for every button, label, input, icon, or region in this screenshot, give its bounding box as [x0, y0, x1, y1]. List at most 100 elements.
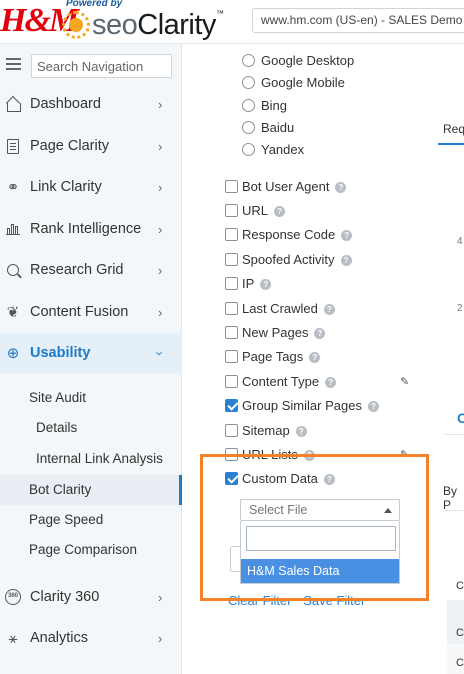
- chevron-right-icon: ›: [158, 262, 163, 278]
- hamburger-menu-icon[interactable]: [6, 58, 21, 70]
- help-icon[interactable]: ?: [335, 181, 347, 193]
- help-icon[interactable]: ?: [260, 278, 272, 290]
- sidebar-item-page-clarity[interactable]: Page Clarity ›: [0, 126, 182, 166]
- caret-up-icon: [384, 508, 392, 513]
- chevron-right-icon: ›: [158, 221, 163, 237]
- sidebar-item-label: Dashboard: [30, 96, 101, 112]
- sun-icon: [62, 11, 90, 39]
- help-icon[interactable]: ?: [367, 400, 379, 412]
- checkbox[interactable]: [225, 276, 238, 290]
- usability-icon: ⊕: [6, 345, 20, 362]
- radio-label: Yandex: [261, 141, 305, 157]
- filter-label: URL?: [242, 203, 286, 218]
- pencil-icon[interactable]: ✎: [400, 375, 409, 388]
- sidebar-item-label: Usability: [30, 345, 91, 361]
- search-navigation-input[interactable]: [31, 54, 172, 78]
- filter-label: Content Type?: [242, 374, 337, 389]
- radio-button[interactable]: [242, 142, 255, 156]
- sub-item-internal-link-analysis[interactable]: Internal Link Analysis: [0, 444, 182, 474]
- sidebar-item-analytics[interactable]: ⚹ Analytics ›: [0, 618, 182, 658]
- divider: [445, 434, 464, 435]
- save-filter-link[interactable]: Save Filter: [303, 593, 365, 608]
- table-cell: C: [456, 657, 464, 669]
- radio-label: Google Desktop: [261, 52, 355, 68]
- metric-value: 2: [457, 303, 463, 314]
- pencil-icon[interactable]: ✎: [400, 448, 409, 461]
- help-icon[interactable]: ?: [274, 205, 286, 217]
- metric-value: 4: [457, 236, 463, 247]
- chevron-down-icon: ›: [152, 350, 168, 356]
- divider: [445, 510, 464, 511]
- help-icon[interactable]: ?: [303, 449, 315, 461]
- chevron-right-icon: ›: [158, 589, 163, 605]
- sidebar-item-clarity-360[interactable]: 360 Clarity 360 ›: [0, 577, 182, 617]
- radio-label: Google Mobile: [261, 74, 345, 90]
- sidebar-item-label: Content Fusion: [30, 304, 129, 320]
- filter-label: URL Lists?: [242, 447, 315, 462]
- dropdown-search-input[interactable]: [246, 526, 396, 551]
- checkbox-checked[interactable]: [225, 398, 238, 412]
- house-icon: [4, 95, 22, 113]
- help-icon[interactable]: ?: [309, 351, 321, 363]
- checkbox[interactable]: [225, 301, 238, 315]
- sidebar-item-label: Rank Intelligence: [30, 221, 142, 237]
- select-file-dropdown[interactable]: Select File: [240, 499, 400, 521]
- seoclarity-logo[interactable]: seoClarity™: [62, 8, 224, 41]
- sidebar-item-dashboard[interactable]: Dashboard ›: [0, 84, 182, 124]
- checkbox[interactable]: [225, 325, 238, 339]
- sidebar-item-label: Clarity 360: [30, 589, 100, 605]
- column-header: Co: [456, 580, 464, 592]
- sidebar-item-usability[interactable]: ⊕ Usability ›: [0, 333, 182, 373]
- dropdown-option-hm-sales-data[interactable]: H&M Sales Data: [241, 559, 399, 583]
- site-selector[interactable]: www.hm.com (US-en) - SALES Demo: [252, 8, 464, 33]
- filter-label: Custom Data?: [242, 471, 335, 486]
- radio-label: Bing: [261, 97, 288, 113]
- sub-item-page-speed[interactable]: Page Speed: [0, 505, 182, 535]
- sidebar-item-link-clarity[interactable]: ⚭ Link Clarity ›: [0, 167, 182, 207]
- checkbox[interactable]: [225, 423, 238, 437]
- help-icon[interactable]: ?: [341, 229, 353, 241]
- page-icon: [4, 137, 22, 155]
- analytics-icon: ⚹: [8, 629, 18, 647]
- checkbox[interactable]: [225, 374, 238, 388]
- radio-button[interactable]: [242, 98, 255, 112]
- checkbox[interactable]: [225, 227, 238, 241]
- radio-button[interactable]: [242, 75, 255, 89]
- checkbox[interactable]: [225, 252, 238, 266]
- checkbox[interactable]: [225, 179, 238, 193]
- filter-label: New Pages?: [242, 325, 326, 340]
- checkbox[interactable]: [225, 447, 238, 461]
- help-icon[interactable]: ?: [340, 254, 352, 266]
- sidebar-item-label: Research Grid: [30, 262, 124, 278]
- help-icon[interactable]: ?: [323, 473, 335, 485]
- sub-item-details[interactable]: Details: [0, 413, 182, 443]
- checkbox[interactable]: [225, 203, 238, 217]
- chevron-right-icon: ›: [158, 179, 163, 195]
- help-icon[interactable]: ?: [325, 376, 337, 388]
- radio-label: Baidu: [261, 119, 295, 135]
- sidebar-item-content-fusion[interactable]: ❦ Content Fusion ›: [0, 292, 182, 332]
- radio-button[interactable]: [242, 120, 255, 134]
- clear-filter-link[interactable]: Clear Filter: [228, 593, 292, 608]
- help-icon[interactable]: ?: [295, 425, 307, 437]
- checkbox-checked[interactable]: [225, 471, 238, 485]
- help-icon[interactable]: ?: [314, 327, 326, 339]
- checkbox[interactable]: [225, 349, 238, 363]
- chevron-right-icon: ›: [158, 138, 163, 154]
- brain-icon: ❦: [6, 304, 20, 321]
- tab-requests[interactable]: Req: [443, 122, 464, 136]
- filter-label: Spoofed Activity?: [242, 252, 352, 267]
- sub-item-page-comparison[interactable]: Page Comparison: [0, 535, 182, 565]
- active-tab-indicator: [438, 143, 464, 145]
- sidebar-item-label: Link Clarity: [30, 179, 102, 195]
- sub-item-bot-clarity[interactable]: Bot Clarity: [0, 475, 182, 505]
- filter-label: Bot User Agent?: [242, 179, 347, 194]
- sidebar-top: [0, 52, 182, 80]
- sidebar-item-rank-intelligence[interactable]: Rank Intelligence ›: [0, 209, 182, 249]
- sidebar-item-research-grid[interactable]: Research Grid ›: [0, 250, 182, 290]
- radio-button[interactable]: [242, 53, 255, 67]
- sub-item-site-audit[interactable]: Site Audit: [0, 383, 182, 413]
- help-icon[interactable]: ?: [323, 303, 335, 315]
- product-name: seoClarity™: [92, 8, 224, 41]
- bar-chart-icon: [4, 220, 22, 238]
